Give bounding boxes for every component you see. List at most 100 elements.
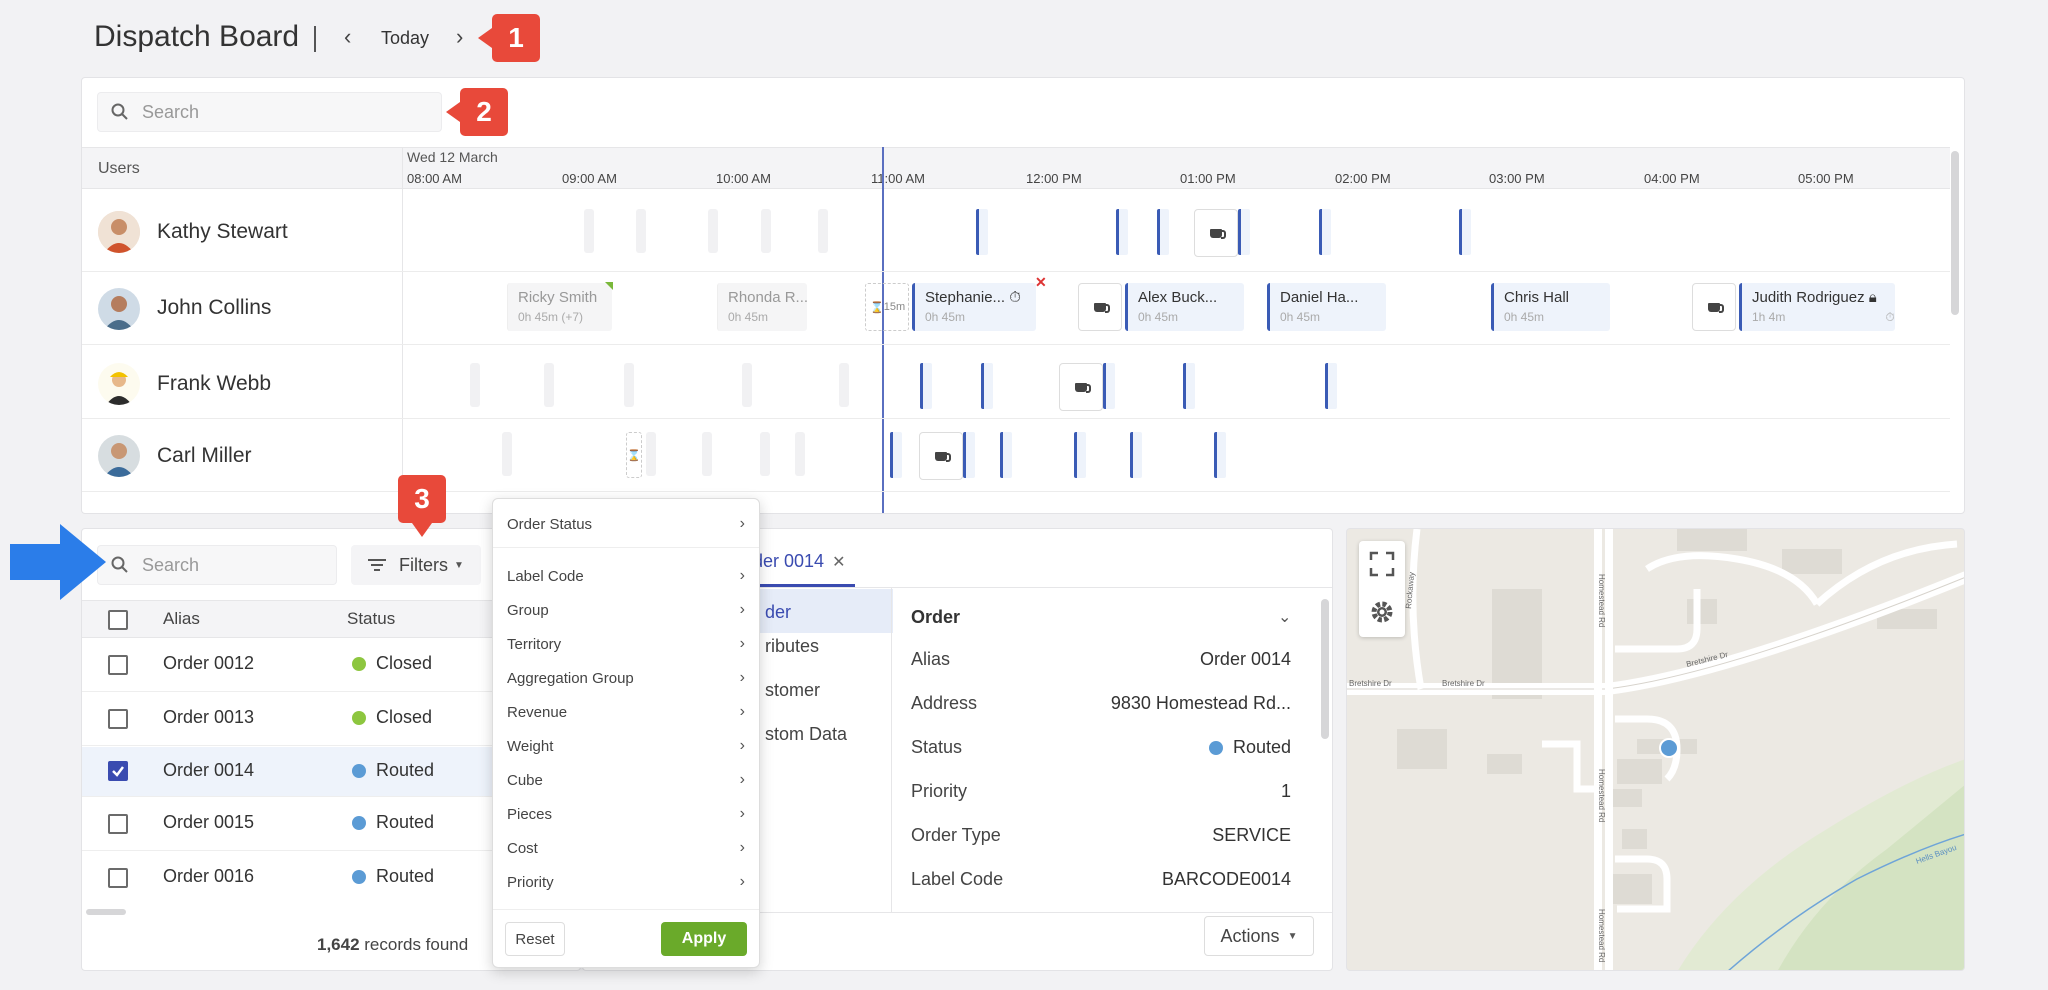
past-stop[interactable]	[636, 209, 646, 253]
detail-nav-item-attributes[interactable]: ributes	[765, 636, 819, 657]
close-tab-icon[interactable]: ✕	[832, 552, 845, 572]
past-stop[interactable]	[544, 363, 554, 407]
stop-block[interactable]	[890, 432, 902, 478]
collapse-icon[interactable]: ⌄	[1278, 607, 1291, 627]
order-tab[interactable]: der 0014 ✕	[753, 539, 856, 587]
filter-menu-item[interactable]: Weight ›	[493, 729, 759, 763]
past-stop[interactable]	[470, 363, 480, 407]
wait-block[interactable]: ⌛	[626, 432, 642, 478]
fullscreen-icon[interactable]	[1359, 541, 1405, 587]
break-block[interactable]	[1692, 283, 1736, 331]
order-event[interactable]: Ricky Smith 0h 45m (+7)	[507, 283, 612, 331]
row-checkbox[interactable]	[108, 709, 128, 729]
select-all-checkbox[interactable]	[108, 610, 128, 630]
orders-search-input[interactable]: Search	[97, 545, 337, 585]
gear-icon[interactable]	[1359, 589, 1405, 635]
next-day-icon[interactable]: ›	[456, 24, 463, 50]
filter-menu-item[interactable]: Priority ›	[493, 865, 759, 899]
event-title: Stephanie... ⏱	[925, 289, 1021, 306]
prev-day-icon[interactable]: ‹	[344, 24, 351, 50]
detail-nav-item-customer[interactable]: stomer	[765, 680, 820, 701]
break-block[interactable]	[1194, 209, 1238, 257]
status-column-header[interactable]: Status	[347, 609, 395, 629]
menu-divider	[493, 547, 759, 548]
filter-menu-item[interactable]: Cube ›	[493, 763, 759, 797]
timer-icon: ⏱	[1009, 289, 1021, 306]
filters-button[interactable]: Filters ▼	[351, 545, 481, 585]
detail-nav-item-order[interactable]: der	[753, 589, 893, 633]
horizontal-scrollbar[interactable]	[86, 909, 126, 915]
order-alias: Order 0012	[163, 653, 255, 673]
today-button[interactable]: Today	[381, 28, 429, 49]
filter-menu-item[interactable]: Territory ›	[493, 627, 759, 661]
user-name[interactable]: Kathy Stewart	[157, 220, 288, 244]
stop-block[interactable]	[1103, 363, 1115, 409]
stop-block[interactable]	[963, 432, 975, 478]
row-checkbox[interactable]	[108, 655, 128, 675]
detail-scrollbar[interactable]	[1321, 599, 1329, 739]
stop-block[interactable]	[1319, 209, 1331, 255]
past-stop[interactable]	[708, 209, 718, 253]
order-status: Routed	[352, 812, 434, 833]
break-block[interactable]	[919, 432, 963, 480]
past-stop[interactable]	[584, 209, 594, 253]
order-location-marker[interactable]	[1659, 738, 1679, 758]
order-event[interactable]: Chris Hall 0h 45m	[1491, 283, 1610, 331]
filter-menu-item[interactable]: Order Status ›	[493, 507, 759, 541]
past-stop[interactable]	[839, 363, 849, 407]
stop-block[interactable]	[1183, 363, 1195, 409]
filter-menu-item[interactable]: Group ›	[493, 593, 759, 627]
filter-menu-item[interactable]: Pieces ›	[493, 797, 759, 831]
remove-icon[interactable]: ✕	[1035, 274, 1047, 291]
timeline-search-input[interactable]: Search	[97, 92, 442, 132]
stop-block[interactable]	[1238, 209, 1250, 255]
filter-menu-item[interactable]: Label Code ›	[493, 559, 759, 593]
past-stop[interactable]	[760, 432, 770, 476]
timeline-scrollbar[interactable]	[1951, 151, 1959, 315]
past-stop[interactable]	[761, 209, 771, 253]
order-event[interactable]: Stephanie... ⏱ 0h 45m	[912, 283, 1036, 331]
past-stop[interactable]	[646, 432, 656, 476]
stop-block[interactable]	[976, 209, 988, 255]
reset-button[interactable]: Reset	[505, 922, 565, 956]
past-stop[interactable]	[702, 432, 712, 476]
stop-block[interactable]	[1325, 363, 1337, 409]
row-checkbox-checked[interactable]	[108, 761, 128, 781]
stop-block[interactable]	[1214, 432, 1226, 478]
break-block[interactable]	[1078, 283, 1122, 331]
wait-block[interactable]: ⌛ 15m	[865, 283, 909, 331]
stop-block[interactable]	[1000, 432, 1012, 478]
user-name[interactable]: John Collins	[157, 296, 271, 320]
order-event[interactable]: Daniel Ha... 0h 45m	[1267, 283, 1386, 331]
past-stop[interactable]	[624, 363, 634, 407]
detail-nav-item-custom-data[interactable]: stom Data	[765, 724, 847, 745]
order-event[interactable]: Alex Buck... 0h 45m	[1125, 283, 1244, 331]
map-canvas[interactable]: Bretshire Dr Bretshire Dr Bretshire Dr H…	[1347, 529, 1965, 971]
hour-label: 05:00 PM	[1798, 171, 1854, 186]
alias-column-header[interactable]: Alias	[163, 609, 200, 629]
filter-menu-item[interactable]: Revenue ›	[493, 695, 759, 729]
stop-block[interactable]	[1157, 209, 1169, 255]
user-name[interactable]: Frank Webb	[157, 372, 271, 396]
past-stop[interactable]	[742, 363, 752, 407]
past-stop[interactable]	[818, 209, 828, 253]
row-checkbox[interactable]	[108, 868, 128, 888]
map-panel[interactable]: Bretshire Dr Bretshire Dr Bretshire Dr H…	[1346, 528, 1965, 971]
row-checkbox[interactable]	[108, 814, 128, 834]
order-event[interactable]: Rhonda R... 0h 45m	[717, 283, 808, 331]
filter-menu-item[interactable]: Cost ›	[493, 831, 759, 865]
stop-block[interactable]	[1459, 209, 1471, 255]
stop-block[interactable]	[920, 363, 932, 409]
stop-block[interactable]	[981, 363, 993, 409]
break-block[interactable]	[1059, 363, 1103, 411]
stop-block[interactable]	[1116, 209, 1128, 255]
apply-button[interactable]: Apply	[661, 922, 747, 956]
stop-block[interactable]	[1130, 432, 1142, 478]
past-stop[interactable]	[795, 432, 805, 476]
filter-menu-item[interactable]: Aggregation Group ›	[493, 661, 759, 695]
user-name[interactable]: Carl Miller	[157, 444, 252, 468]
past-stop[interactable]	[502, 432, 512, 476]
stop-block[interactable]	[1074, 432, 1086, 478]
actions-button[interactable]: Actions ▼	[1204, 916, 1314, 956]
order-event[interactable]: Judith Rodriguez 🔒︎ 1h 4m ⏱	[1739, 283, 1895, 331]
